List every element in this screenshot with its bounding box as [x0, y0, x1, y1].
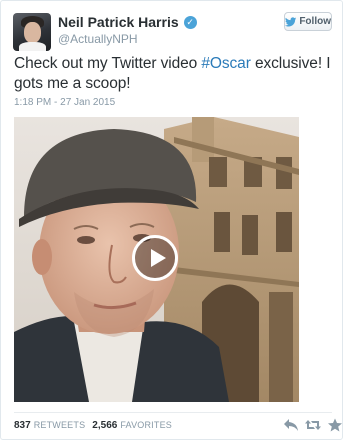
play-button[interactable] — [132, 235, 178, 281]
display-name[interactable]: Neil Patrick Harris — [58, 14, 179, 30]
tweet-actions — [277, 418, 343, 432]
retweet-icon[interactable] — [305, 418, 321, 432]
tweet-timestamp[interactable]: 1:18 PM - 27 Jan 2015 — [14, 97, 115, 108]
tweet-text: Check out my Twitter video #Oscar exclus… — [14, 54, 332, 94]
avatar[interactable] — [13, 13, 51, 51]
tweet-card: Neil Patrick Harris ✓ @ActuallyNPH Follo… — [0, 0, 343, 440]
tweet-stats: 837 RETWEETS 2,566 FAVORITES — [14, 420, 179, 431]
reply-icon[interactable] — [283, 418, 299, 432]
favorites-label: FAVORITES — [120, 420, 172, 430]
tweet-text-part: Check out my Twitter video — [14, 55, 202, 72]
follow-button[interactable]: Follow — [284, 12, 332, 31]
video-thumbnail[interactable] — [14, 117, 299, 402]
twitter-bird-icon — [285, 16, 297, 27]
divider — [14, 412, 332, 413]
play-icon — [151, 249, 166, 267]
retweets-label: RETWEETS — [33, 420, 86, 430]
hashtag-link[interactable]: #Oscar — [201, 55, 250, 72]
follow-label: Follow — [299, 16, 331, 27]
verified-badge-icon: ✓ — [183, 15, 197, 29]
retweets-count[interactable]: 837 — [14, 420, 31, 431]
author-name-row: Neil Patrick Harris ✓ — [58, 14, 197, 30]
favorites-count[interactable]: 2,566 — [92, 420, 117, 431]
user-handle[interactable]: @ActuallyNPH — [58, 32, 138, 46]
star-icon[interactable] — [327, 418, 343, 432]
